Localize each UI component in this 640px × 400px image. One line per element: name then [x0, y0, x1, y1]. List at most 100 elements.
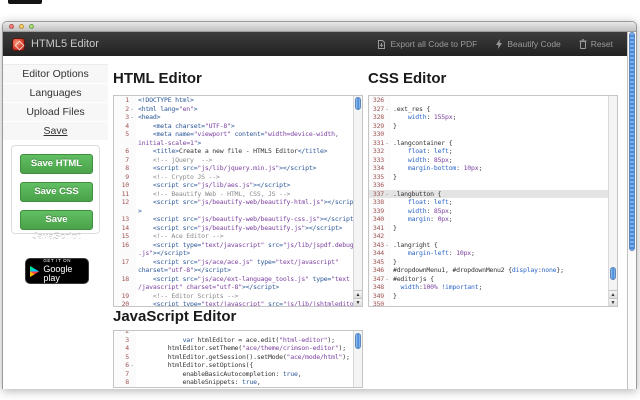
code-line[interactable]: 332 float: left;	[369, 147, 608, 156]
gutter[interactable]: 328	[369, 113, 391, 122]
scrollbar-thumb[interactable]	[355, 97, 361, 110]
gutter[interactable]: 344	[369, 249, 391, 258]
scroll-up-icon[interactable]: ▲	[609, 290, 617, 298]
code-line[interactable]: 345}	[369, 258, 608, 267]
code-line[interactable]: 328 width: 155px;	[369, 113, 608, 122]
css-code-editor[interactable]: 326327-.ext_res {328 width: 155px;329}33…	[368, 95, 618, 307]
code-line[interactable]: 13 <script src="js/beautify-web/beautify…	[114, 215, 353, 224]
code-line[interactable]: 8 <script src="js/lib/jquery.min.js"></s…	[114, 164, 353, 173]
gutter[interactable]: 335	[369, 173, 391, 182]
scroll-down-icon[interactable]: ▼	[354, 298, 362, 306]
gutter[interactable]: 342	[369, 232, 391, 241]
code-line[interactable]: 5 htmlEditor.getSession().setMode("ace/m…	[114, 353, 353, 362]
html-editor-scrollbar[interactable]: ▲ ▼	[353, 96, 362, 306]
gutter[interactable]: 336	[369, 181, 391, 190]
fold-toggle-icon[interactable]: -	[129, 113, 135, 122]
html-code-editor[interactable]: 1<!DOCTYPE html>2-<html lang="en">3-<hea…	[113, 95, 363, 307]
gutter[interactable]	[114, 283, 136, 292]
gutter[interactable]: 3-	[114, 113, 136, 122]
code-line[interactable]: 7 <!-- jQuery -->	[114, 156, 353, 165]
code-line[interactable]: 10 <script src="js/lib/aes.js"></script>	[114, 181, 353, 190]
gutter[interactable]: 347-	[369, 275, 391, 284]
code-line[interactable]: 340 margin: 0px;	[369, 215, 608, 224]
code-line[interactable]: 12 <script src="js/beautify-web/beautify…	[114, 198, 353, 207]
gutter[interactable]: 13	[114, 215, 136, 224]
code-line[interactable]: charset="utf-8"></script>	[114, 266, 353, 275]
gutter[interactable]: 332	[369, 147, 391, 156]
gutter[interactable]: 15	[114, 232, 136, 241]
window-scrollbar-thumb[interactable]	[629, 32, 635, 251]
code-line[interactable]: 348 width:100% !important;	[369, 283, 608, 292]
gutter[interactable]: 329	[369, 122, 391, 131]
code-line[interactable]: 6- htmlEditor.setOptions({	[114, 361, 353, 370]
code-line[interactable]: 335}	[369, 173, 608, 182]
gutter[interactable]: 348	[369, 283, 391, 292]
code-line[interactable]: 350	[369, 300, 608, 306]
minimize-window-icon[interactable]	[19, 24, 24, 29]
gutter[interactable]: 7	[114, 370, 136, 379]
gutter[interactable]: 10	[114, 181, 136, 190]
code-line[interactable]: 330	[369, 130, 608, 139]
code-line[interactable]: 347-#editorjs {	[369, 275, 608, 284]
gutter[interactable]: 345	[369, 258, 391, 267]
javascript-code-pane[interactable]: 23 var htmlEditor = ace.edit("html-edito…	[114, 331, 353, 387]
code-line[interactable]: 11 <!-- Beautify Web - HTML, CSS, JS -->	[114, 190, 353, 199]
html-code-pane[interactable]: 1<!DOCTYPE html>2-<html lang="en">3-<hea…	[114, 96, 353, 306]
code-line[interactable]: .js"></script>	[114, 249, 353, 258]
gutter[interactable]	[114, 207, 136, 216]
gutter[interactable]: 14	[114, 224, 136, 233]
sidebar-item-languages[interactable]: Languages	[3, 84, 108, 103]
code-line[interactable]: 4 <meta charset="UTF-8">	[114, 122, 353, 131]
gutter[interactable]: 6-	[114, 361, 136, 370]
code-line[interactable]: 3-<head>	[114, 113, 353, 122]
code-line[interactable]: 7 enableBasicAutocompletion: true,	[114, 370, 353, 379]
gutter[interactable]: 5	[114, 130, 136, 139]
beautify-code-button[interactable]: Beautify Code	[495, 39, 560, 49]
gutter[interactable]: 334	[369, 164, 391, 173]
code-line[interactable]: 1<!DOCTYPE html>	[114, 96, 353, 105]
sidebar-item-save[interactable]: Save	[3, 122, 108, 141]
gutter[interactable]	[114, 249, 136, 258]
code-line[interactable]: 6 <title>Create a new file - HTML5 Edito…	[114, 147, 353, 156]
gutter[interactable]	[114, 139, 136, 148]
gutter[interactable]: 331-	[369, 139, 391, 148]
gutter[interactable]: 343-	[369, 241, 391, 250]
css-code-pane[interactable]: 326327-.ext_res {328 width: 155px;329}33…	[369, 96, 608, 306]
code-line[interactable]: 329}	[369, 122, 608, 131]
code-line[interactable]: 346#dropdownMenu1, #dropdownMenu2 {displ…	[369, 266, 608, 275]
gutter[interactable]: 341	[369, 224, 391, 233]
code-line[interactable]: 17 <script src="js/ace/ace.js" type="tex…	[114, 258, 353, 267]
save-javascript-button[interactable]: Save JavaScript	[20, 210, 93, 230]
gutter[interactable]: 4	[114, 344, 136, 353]
fold-toggle-icon[interactable]: -	[384, 241, 390, 250]
gutter[interactable]: 1	[114, 96, 136, 105]
code-line[interactable]: 16 <script type="text/javascript" src="j…	[114, 241, 353, 250]
gutter[interactable]: 18	[114, 275, 136, 284]
save-html-button[interactable]: Save HTML	[20, 154, 93, 174]
sidebar-item-upload-files[interactable]: Upload Files	[3, 103, 108, 122]
code-line[interactable]: 333 width: 85px;	[369, 156, 608, 165]
gutter[interactable]: 7	[114, 156, 136, 165]
gutter[interactable]: 333	[369, 156, 391, 165]
code-line[interactable]: 336	[369, 181, 608, 190]
gutter[interactable]: 17	[114, 258, 136, 267]
scroll-down-icon[interactable]: ▼	[609, 298, 617, 306]
gutter[interactable]: 327-	[369, 105, 391, 114]
gutter[interactable]: 330	[369, 130, 391, 139]
google-play-badge[interactable]: GET IT ON Google play	[25, 258, 89, 284]
code-line[interactable]: >	[114, 207, 353, 216]
code-line[interactable]: 327-.ext_res {	[369, 105, 608, 114]
code-line[interactable]: 342	[369, 232, 608, 241]
code-line[interactable]: 339 width: 85px;	[369, 207, 608, 216]
gutter[interactable]: 19	[114, 292, 136, 301]
code-line[interactable]: 20 <script type="text/javascript" src="j…	[114, 300, 353, 306]
gutter[interactable]: 4	[114, 122, 136, 131]
fold-toggle-icon[interactable]: -	[384, 105, 390, 114]
code-line[interactable]: 15 <!-- Ace Editor -->	[114, 232, 353, 241]
fold-toggle-icon[interactable]: -	[384, 275, 390, 284]
code-line[interactable]: 337-.langbutton {	[369, 190, 608, 199]
code-line[interactable]: 338 float: left;	[369, 198, 608, 207]
gutter[interactable]: 8	[114, 378, 136, 387]
scroll-up-icon[interactable]: ▲	[354, 290, 362, 298]
scrollbar-thumb[interactable]	[355, 333, 361, 349]
